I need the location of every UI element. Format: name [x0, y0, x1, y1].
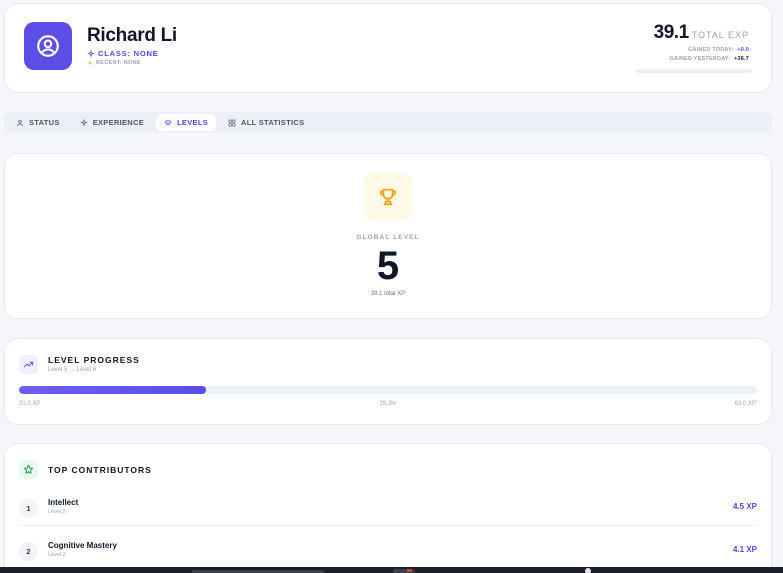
gained-today-label: GAINED TODAY: — [688, 47, 734, 53]
contributor-row[interactable]: 1 Intellect Level 2 4.5 XP — [19, 490, 757, 526]
gained-today: GAINED TODAY: +0.0 — [654, 47, 749, 53]
gained-yesterday-label: GAINED YESTERDAY: — [669, 56, 731, 62]
exp-progress-track — [636, 69, 752, 73]
tab-experience-label: EXPERIENCE — [92, 118, 145, 127]
contributor-name: Intellect — [48, 498, 79, 507]
contributor-level: Level 2 — [48, 552, 66, 558]
sparkle-small-icon — [87, 60, 93, 66]
level-progress-subtitle: Level 5 → Level 6 — [48, 367, 97, 373]
level-progress-track — [19, 386, 757, 394]
gained-yesterday-value: +36.7 — [734, 56, 749, 62]
profile-recent: RECENT: NONE — [87, 60, 141, 66]
tab-status-label: STATUS — [29, 118, 60, 127]
gained-yesterday: GAINED YESTERDAY: +36.7 — [654, 56, 749, 62]
class-text: CLASS: NONE — [98, 49, 159, 58]
taskbar — [0, 567, 783, 573]
trophy-icon — [379, 188, 397, 206]
global-level-card: GLOBAL LEVEL 5 39.1 total XP — [4, 153, 772, 319]
tab-levels[interactable]: LEVELS — [156, 114, 217, 131]
user-circle-icon — [37, 35, 59, 57]
contributor-xp: 4.1 XP — [732, 545, 757, 554]
tab-all-statistics[interactable]: ALL STATISTICS — [220, 114, 312, 131]
sparkle-icon — [79, 118, 88, 126]
level-progress-card: LEVEL PROGRESS Level 5 → Level 6 31.0 XP… — [4, 338, 772, 425]
star-icon — [23, 464, 34, 474]
avatar — [24, 22, 72, 70]
level-progress-title: LEVEL PROGRESS — [48, 355, 140, 365]
global-level-label: GLOBAL LEVEL — [356, 234, 420, 241]
contributor-rank: 2 — [19, 542, 38, 561]
sparkle-icon — [87, 49, 95, 57]
tab-all-statistics-label: ALL STATISTICS — [241, 118, 305, 127]
contributor-xp: 4.5 XP — [732, 502, 757, 511]
contributor-row[interactable]: 2 Cognitive Mastery Level 2 4.1 XP — [19, 533, 757, 569]
taskbar-indicator-icon[interactable] — [585, 568, 591, 573]
profile-card: Richard Li CLASS: NONE RECENT: NONE 39.1… — [4, 3, 772, 93]
top-contributors-title: TOP CONTRIBUTORS — [48, 465, 152, 475]
grid-icon — [228, 119, 236, 126]
tab-experience[interactable]: EXPERIENCE — [72, 114, 152, 131]
user-icon — [17, 119, 23, 126]
tab-levels-label: LEVELS — [177, 118, 209, 127]
taskbar-app-button[interactable] — [393, 569, 415, 573]
profile-class: CLASS: NONE — [87, 49, 158, 58]
total-exp-label: TOTAL EXP — [691, 30, 749, 40]
total-exp: 39.1 TOTAL EXP GAINED TODAY: +0.0 GAINED… — [654, 22, 749, 62]
global-level-total: 39.1 total XP — [370, 291, 406, 297]
recent-text: RECENT: NONE — [96, 60, 141, 66]
top-contributors-icon-box — [19, 460, 38, 479]
trending-up-icon — [23, 361, 34, 368]
level-progress-fill — [19, 386, 206, 394]
contributor-name: Cognitive Mastery — [48, 541, 117, 550]
gained-today-value: +0.0 — [737, 47, 749, 53]
contributor-rank: 1 — [19, 499, 38, 518]
global-level-value: 5 — [376, 244, 400, 288]
profile-name: Richard Li — [87, 25, 177, 46]
level-progress-max: 63.0 XP — [734, 401, 756, 407]
trophy-badge — [364, 173, 412, 221]
level-progress-icon-box — [19, 355, 38, 374]
tab-status[interactable]: STATUS — [8, 114, 68, 131]
tab-bar: STATUS EXPERIENCE LEVELS ALL STATISTICS — [4, 112, 772, 133]
layers-icon — [164, 119, 172, 125]
contributor-level: Level 2 — [48, 509, 66, 515]
total-exp-value: 39.1 — [653, 22, 689, 43]
top-contributors-card: TOP CONTRIBUTORS 1 Intellect Level 2 4.5… — [4, 443, 772, 573]
level-progress-percent: 25.3% — [379, 401, 397, 407]
